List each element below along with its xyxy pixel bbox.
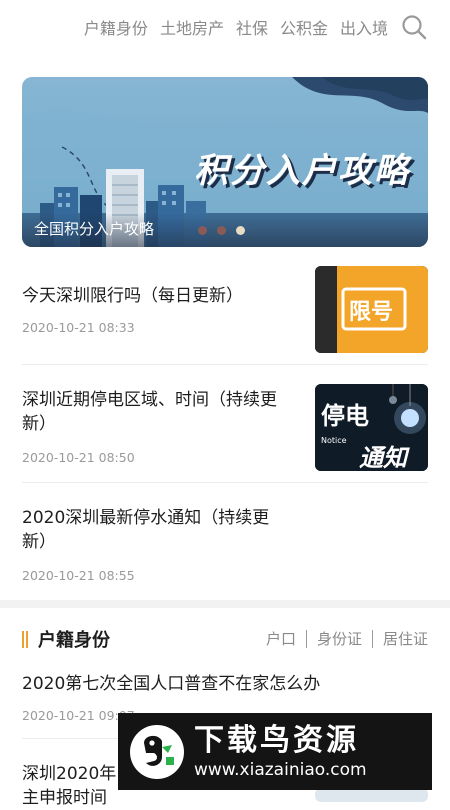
- top-nav: 户籍身份 土地房产 社保 公积金 出入境: [0, 0, 450, 54]
- watermark-url: www.xiazainiao.com: [194, 759, 367, 780]
- news-item[interactable]: 2020深圳最新停水通知（持续更新） 2020-10-21 08:55: [22, 502, 428, 592]
- search-icon[interactable]: [400, 13, 428, 41]
- nav-item-shebao[interactable]: 社保: [236, 15, 268, 39]
- carousel-dots: [198, 226, 255, 235]
- carousel-dot-2[interactable]: [217, 226, 226, 235]
- divider: [22, 482, 428, 483]
- section-tabs: 户口 身份证 居住证: [256, 628, 428, 649]
- section-accent-bar: [22, 631, 28, 648]
- news-title: 深圳近期停电区域、时间（持续更新）: [22, 390, 277, 434]
- section-gap: [0, 600, 450, 608]
- news-title: 今天深圳限行吗（每日更新）: [22, 286, 243, 306]
- carousel-dot-3[interactable]: [236, 226, 245, 235]
- banner-caption: 全国积分入户攻略: [34, 220, 155, 238]
- tab-hukou[interactable]: 户口: [256, 628, 306, 649]
- section-header: 户籍身份 户口 身份证 居住证: [22, 626, 428, 654]
- news-title: 2020深圳最新停水通知（持续更新）: [22, 508, 270, 552]
- watermark-overlay: 下载鸟资源 www.xiazainiao.com: [118, 713, 432, 790]
- banner-carousel[interactable]: 积分入户攻略 全国积分入户攻略: [22, 77, 428, 247]
- banner-headline: 积分入户攻略: [194, 151, 410, 191]
- news-item[interactable]: 深圳近期停电区域、时间（持续更新） 2020-10-21 08:50 停电 No…: [22, 384, 428, 471]
- thumb-text-2: 通知: [359, 444, 407, 471]
- carousel-dot-1[interactable]: [198, 226, 207, 235]
- divider: [22, 364, 428, 365]
- tab-juzhuzheng[interactable]: 居住证: [373, 628, 428, 649]
- news-item[interactable]: 今天深圳限行吗（每日更新） 2020-10-21 08:33 限号: [22, 266, 428, 353]
- tab-shenfenzheng[interactable]: 身份证: [307, 628, 372, 649]
- news-thumbnail: 停电 Notice 通知: [315, 384, 428, 471]
- section-item-title: 2020第七次全国人口普查不在家怎么办: [22, 674, 321, 694]
- thumb-text: 限号: [349, 300, 394, 325]
- nav-item-huji[interactable]: 户籍身份: [84, 15, 148, 39]
- nav-item-gongjijin[interactable]: 公积金: [280, 15, 328, 39]
- nav-item-tudi[interactable]: 土地房产: [160, 15, 224, 39]
- watermark-bird-logo: [130, 724, 184, 779]
- section-title: 户籍身份: [38, 630, 110, 651]
- news-time: 2020-10-21 08:55: [22, 568, 135, 583]
- nav-item-churujing[interactable]: 出入境: [340, 15, 388, 39]
- news-time: 2020-10-21 08:50: [22, 450, 135, 465]
- thumb-text: 停电: [321, 402, 369, 430]
- watermark-text: 下载鸟资源: [194, 722, 359, 758]
- news-time: 2020-10-21 08:33: [22, 320, 135, 335]
- news-thumbnail: 限号: [315, 266, 428, 353]
- thumb-small-text: Notice: [321, 436, 347, 445]
